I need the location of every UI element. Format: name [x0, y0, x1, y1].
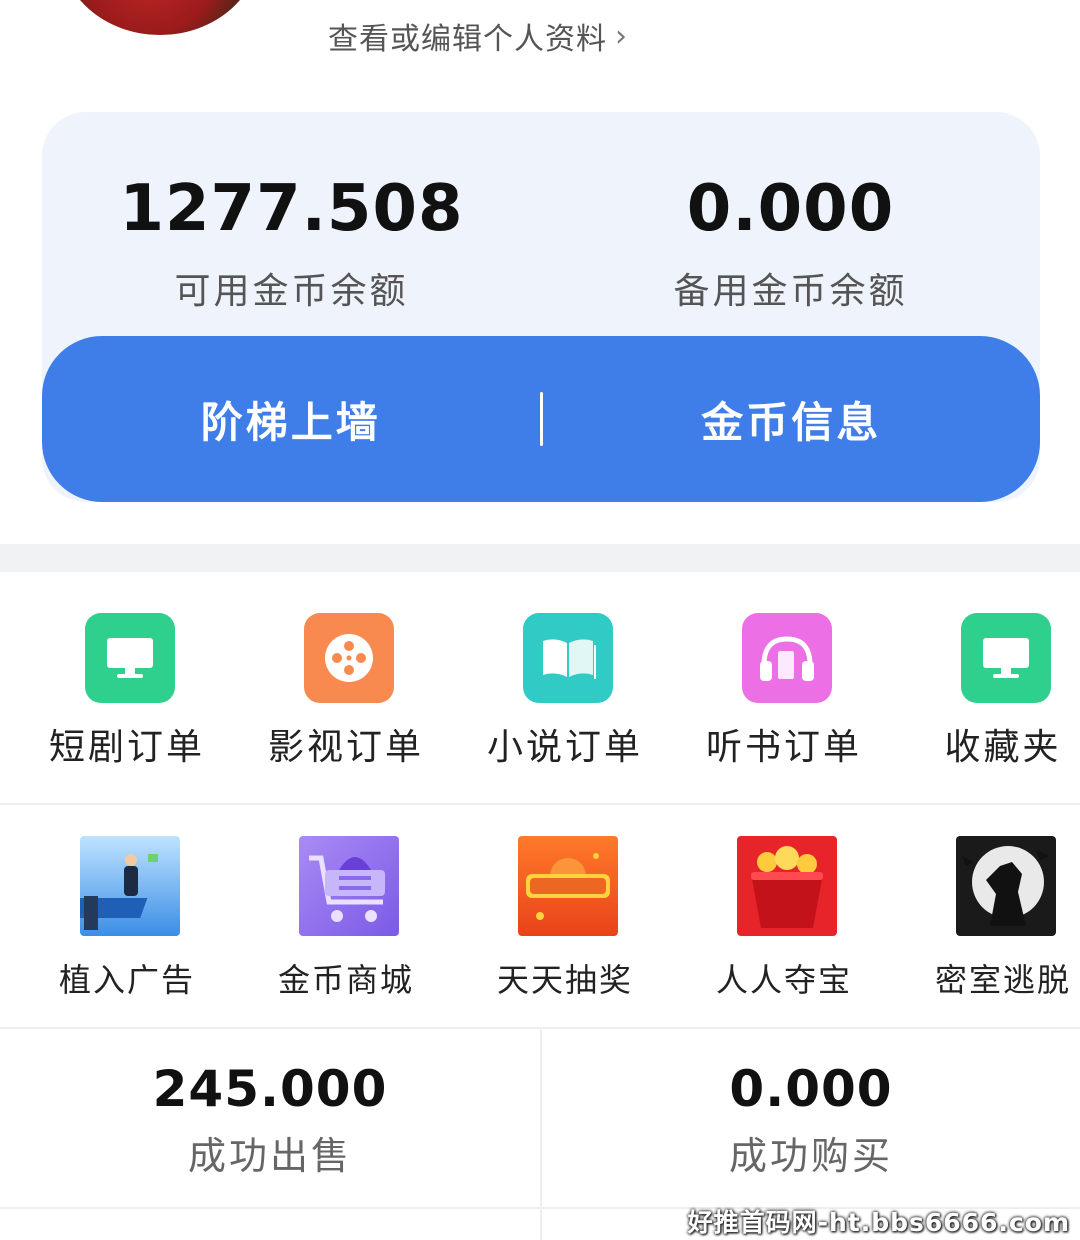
- novel-orders-item[interactable]: 小说订单: [462, 572, 668, 804]
- bought-stat[interactable]: 0.000 成功购买: [542, 1029, 1080, 1207]
- available-balance-label: 可用金币余额: [174, 271, 409, 312]
- avatar[interactable]: [60, 0, 260, 35]
- menu-item-label: 影视订单: [267, 727, 424, 768]
- ladder-wall-button[interactable]: 阶梯上墙: [42, 389, 540, 450]
- reserve-balance-label: 备用金币余额: [673, 271, 908, 312]
- favorites-item[interactable]: 收藏夹: [900, 572, 1080, 804]
- bought-label: 成功购买: [728, 1134, 893, 1178]
- feature-shortcuts: 植入广告 金币商城 天天抽奖 人人夺宝 密室逃脱: [0, 805, 1080, 1027]
- bought-value: 0.000: [729, 1060, 893, 1118]
- edit-profile-link[interactable]: 查看或编辑个人资料 ›: [328, 14, 628, 58]
- sold-label: 成功出售: [187, 1134, 352, 1178]
- monitor-icon: [961, 613, 1051, 703]
- menu-item-label: 小说订单: [486, 727, 643, 768]
- menu-item-label: 听书订单: [705, 727, 862, 768]
- audiobook-orders-item[interactable]: 听书订单: [681, 572, 887, 804]
- sold-value: 245.000: [152, 1060, 388, 1118]
- menu-item-label: 天天抽奖: [496, 961, 633, 999]
- film-reel-icon: [304, 613, 394, 703]
- lottery-icon: [518, 836, 618, 936]
- reserve-balance: 0.000 备用金币余额: [541, 174, 1040, 314]
- reserve-balance-value: 0.000: [686, 172, 895, 246]
- coin-info-button[interactable]: 金币信息: [543, 389, 1041, 450]
- shopping-cart-icon: [299, 836, 399, 936]
- treasure-bag-icon: [737, 836, 837, 936]
- section-divider: [0, 544, 1080, 572]
- menu-item-label: 收藏夹: [944, 727, 1062, 768]
- ad-placement-icon: [80, 836, 180, 936]
- treasure-hunt-item[interactable]: 人人夺宝: [681, 805, 887, 1027]
- daily-lottery-item[interactable]: 天天抽奖: [462, 805, 668, 1027]
- headphones-icon: [742, 613, 832, 703]
- chevron-right-icon: ›: [615, 18, 628, 54]
- menu-item-label: 人人夺宝: [715, 961, 852, 999]
- available-balance: 1277.508 可用金币余额: [42, 174, 541, 314]
- balance-card: 1277.508 可用金币余额 0.000 备用金币余额 阶梯上墙 金币信息: [42, 112, 1040, 502]
- short-drama-orders-item[interactable]: 短剧订单: [24, 572, 230, 804]
- escape-room-item[interactable]: 密室逃脱: [900, 805, 1080, 1027]
- menu-item-label: 金币商城: [277, 961, 414, 999]
- menu-item-label: 植入广告: [58, 961, 195, 999]
- available-balance-value: 1277.508: [119, 172, 464, 246]
- ad-placement-item[interactable]: 植入广告: [24, 805, 230, 1027]
- edit-profile-label: 查看或编辑个人资料: [328, 22, 607, 57]
- film-orders-item[interactable]: 影视订单: [243, 572, 449, 804]
- monitor-icon: [85, 613, 175, 703]
- menu-item-label: 密室逃脱: [934, 961, 1071, 999]
- coin-mall-item[interactable]: 金币商城: [243, 805, 449, 1027]
- order-shortcuts: 短剧订单 影视订单 小说订单 听书订单 收藏夹: [0, 572, 1080, 804]
- escape-room-icon: [956, 836, 1056, 936]
- sold-stat[interactable]: 245.000 成功出售: [0, 1029, 540, 1207]
- watermark: 好推首码网-ht.bbs6666.com: [687, 1208, 1070, 1237]
- book-icon: [523, 613, 613, 703]
- action-bar: 阶梯上墙 金币信息: [42, 336, 1040, 502]
- menu-item-label: 短剧订单: [48, 727, 205, 768]
